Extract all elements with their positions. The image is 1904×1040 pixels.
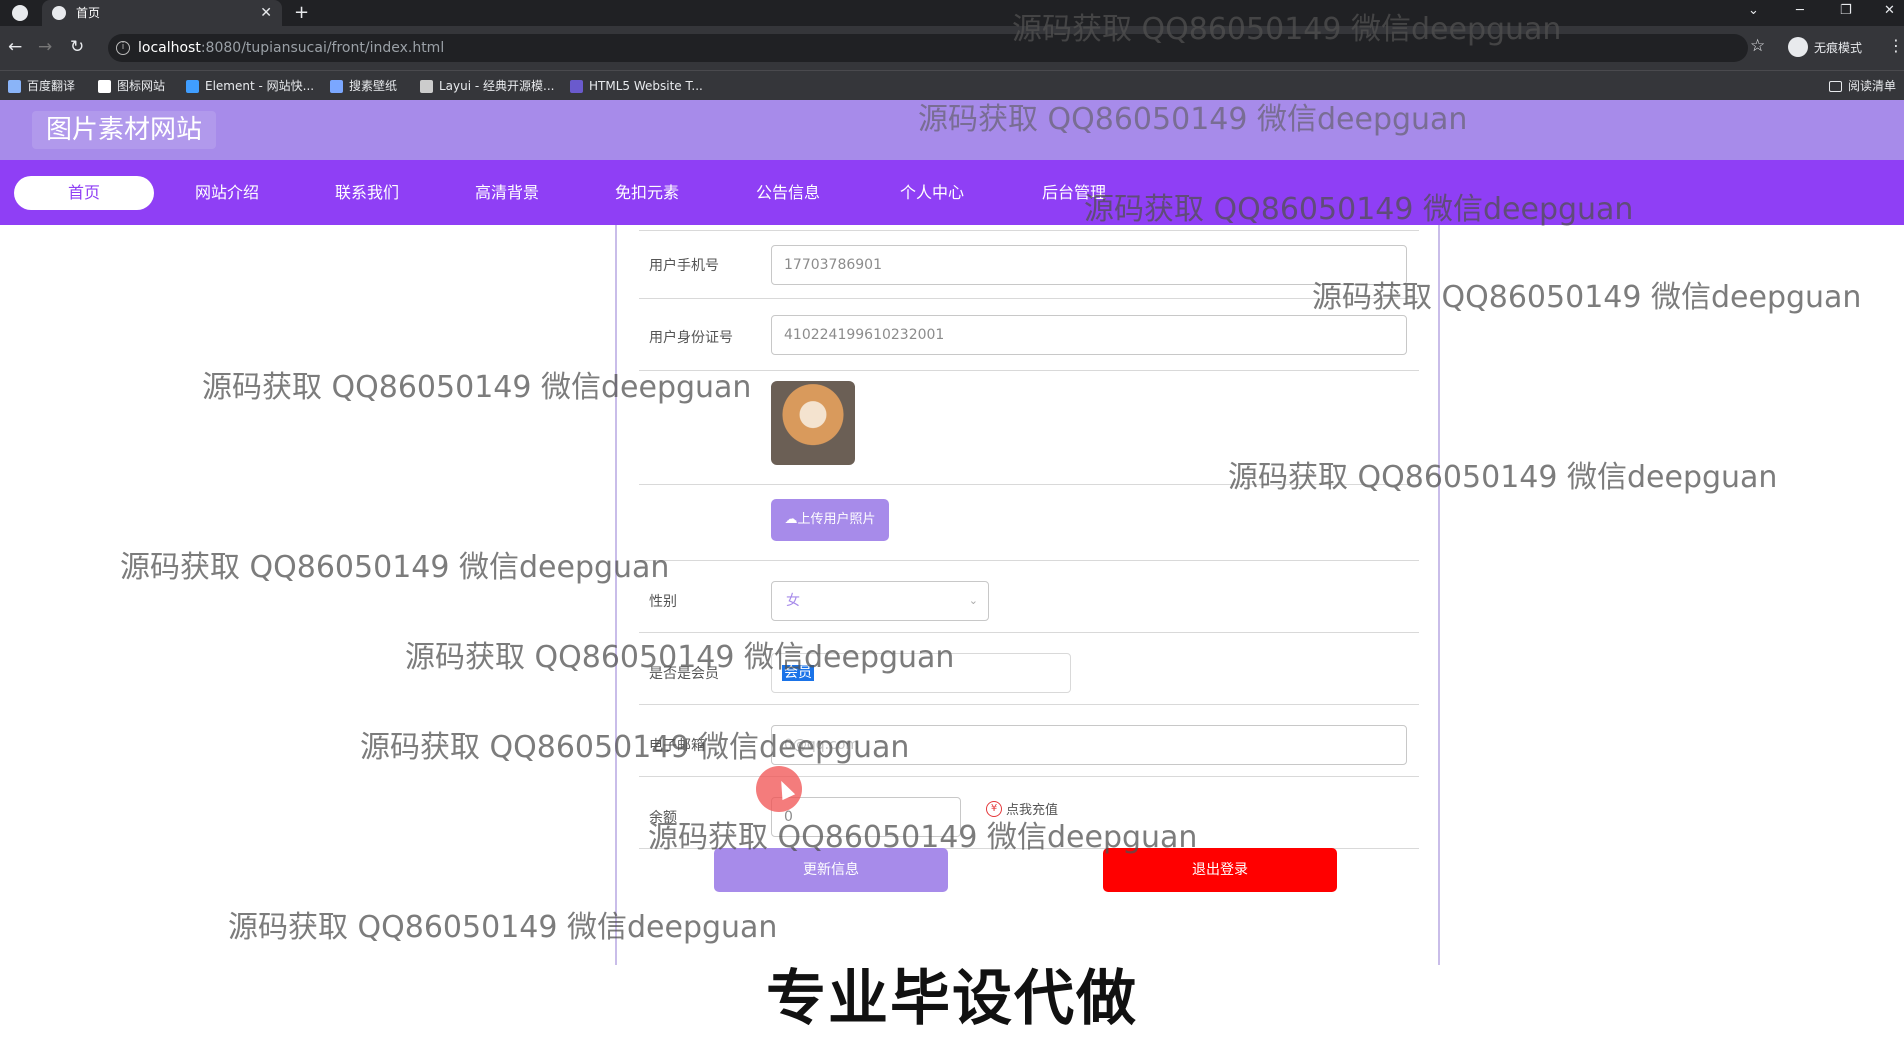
reading-list[interactable]: 阅读清单: [1828, 71, 1896, 101]
bookmark-item[interactable]: 百度翻译: [8, 71, 75, 101]
browser-app-icon[interactable]: [12, 5, 28, 21]
bookmark-item[interactable]: 图标网站: [98, 71, 165, 101]
idcard-input[interactable]: 410224199610232001: [771, 315, 1407, 355]
url-input[interactable]: i localhost:8080/tupiansucai/front/index…: [108, 34, 1748, 62]
member-input[interactable]: 会员: [771, 653, 1071, 693]
globe-icon: [52, 6, 66, 20]
gender-row: 性别 女 ⌄: [639, 561, 1419, 633]
tab-title: 首页: [76, 6, 101, 20]
promo-banner: 专业毕设代做: [766, 964, 1138, 1034]
nav-admin[interactable]: 后台管理: [1004, 176, 1144, 210]
bookmark-icon: [8, 79, 21, 93]
balance-input[interactable]: 0: [771, 797, 961, 837]
incognito-icon: [1788, 37, 1808, 57]
bookmark-item[interactable]: Element - 网站快...: [186, 71, 314, 101]
member-row: 是否是会员 会员: [639, 633, 1419, 705]
yen-icon: ¥: [986, 800, 1002, 817]
bookmark-star-icon[interactable]: ☆: [1750, 36, 1765, 56]
nav-about[interactable]: 网站介绍: [157, 176, 297, 210]
reading-list-icon: [1828, 80, 1842, 92]
forward-icon[interactable]: →: [38, 36, 52, 58]
balance-label: 余额: [649, 810, 677, 826]
avatar-row: [639, 371, 1419, 485]
bookmark-item[interactable]: HTML5 Website T...: [570, 71, 703, 101]
recharge-link[interactable]: ¥ 点我充值: [986, 799, 1058, 818]
email-row: 电子邮箱 0@qq.com: [639, 705, 1419, 777]
gender-label: 性别: [649, 594, 677, 610]
bookmarks-bar: 百度翻译 图标网站 Element - 网站快... 搜素壁纸 Layui - …: [0, 70, 1904, 100]
element-icon: [186, 79, 199, 93]
nav-announcements[interactable]: 公告信息: [718, 176, 858, 210]
browser-tab[interactable]: 首页 ✕: [42, 0, 282, 26]
chevron-down-icon: ⌄: [968, 594, 978, 607]
bookmark-item[interactable]: 搜素壁纸: [330, 71, 397, 101]
upload-row: ☁上传用户照片: [639, 485, 1419, 561]
more-menu-icon[interactable]: ⋮: [1888, 36, 1904, 55]
nav-hd-backgrounds[interactable]: 高清背景: [437, 176, 577, 210]
address-bar-row: ← → ↻ i localhost:8080/tupiansucai/front…: [0, 26, 1904, 70]
idcard-row: 用户身份证号 410224199610232001: [639, 299, 1419, 371]
phone-label: 用户手机号: [649, 258, 719, 274]
bookmark-item[interactable]: Layui - 经典开源模...: [420, 71, 554, 101]
gender-select[interactable]: 女 ⌄: [771, 581, 989, 621]
nav-cutout-elements[interactable]: 免扣元素: [577, 176, 717, 210]
minimize-icon[interactable]: ─: [1796, 0, 1804, 22]
flag-icon: [98, 79, 111, 93]
email-label: 电子邮箱: [649, 738, 705, 754]
update-info-button[interactable]: 更新信息: [714, 848, 948, 892]
chevron-down-icon[interactable]: ⌄: [1748, 0, 1759, 22]
layui-icon: [420, 79, 433, 93]
restore-icon[interactable]: ❐: [1840, 0, 1852, 22]
idcard-label: 用户身份证号: [649, 330, 733, 346]
nav-user-center[interactable]: 个人中心: [862, 176, 1002, 210]
window-close-icon[interactable]: ✕: [1884, 0, 1895, 22]
browser-tab-bar: 首页 ✕ + ⌄ ─ ❐ ✕: [0, 0, 1904, 26]
reload-icon[interactable]: ↻: [70, 36, 84, 58]
back-icon[interactable]: ←: [8, 36, 22, 58]
incognito-indicator[interactable]: 无痕模式: [1788, 37, 1862, 57]
incognito-label: 无痕模式: [1814, 40, 1863, 55]
phone-row: 用户手机号 17703786901: [639, 231, 1419, 299]
nav-contact[interactable]: 联系我们: [297, 176, 437, 210]
url-host: localhost: [138, 40, 201, 56]
page-viewport: 图片素材网站 首页 网站介绍 联系我们 高清背景 免扣元素 公告信息 个人中心 …: [0, 100, 1904, 1040]
user-avatar-image: [771, 381, 855, 465]
html5-icon: [570, 79, 583, 93]
phone-input[interactable]: 17703786901: [771, 245, 1407, 285]
bookmark-icon: [330, 79, 343, 93]
main-navbar: 首页 网站介绍 联系我们 高清背景 免扣元素 公告信息 个人中心 后台管理: [0, 160, 1904, 225]
logout-button[interactable]: 退出登录: [1103, 848, 1337, 892]
site-header: 图片素材网站: [0, 100, 1904, 160]
upload-photo-button[interactable]: ☁上传用户照片: [771, 499, 889, 541]
cloud-upload-icon: ☁: [784, 512, 798, 527]
close-icon[interactable]: ✕: [260, 0, 272, 26]
new-tab-button[interactable]: +: [294, 0, 309, 26]
member-label: 是否是会员: [649, 666, 719, 682]
site-title[interactable]: 图片素材网站: [32, 111, 217, 149]
info-icon[interactable]: i: [116, 41, 130, 55]
url-path: :8080/tupiansucai/front/index.html: [200, 40, 445, 56]
email-input[interactable]: 0@qq.com: [771, 725, 1407, 765]
nav-home[interactable]: 首页: [14, 176, 154, 210]
